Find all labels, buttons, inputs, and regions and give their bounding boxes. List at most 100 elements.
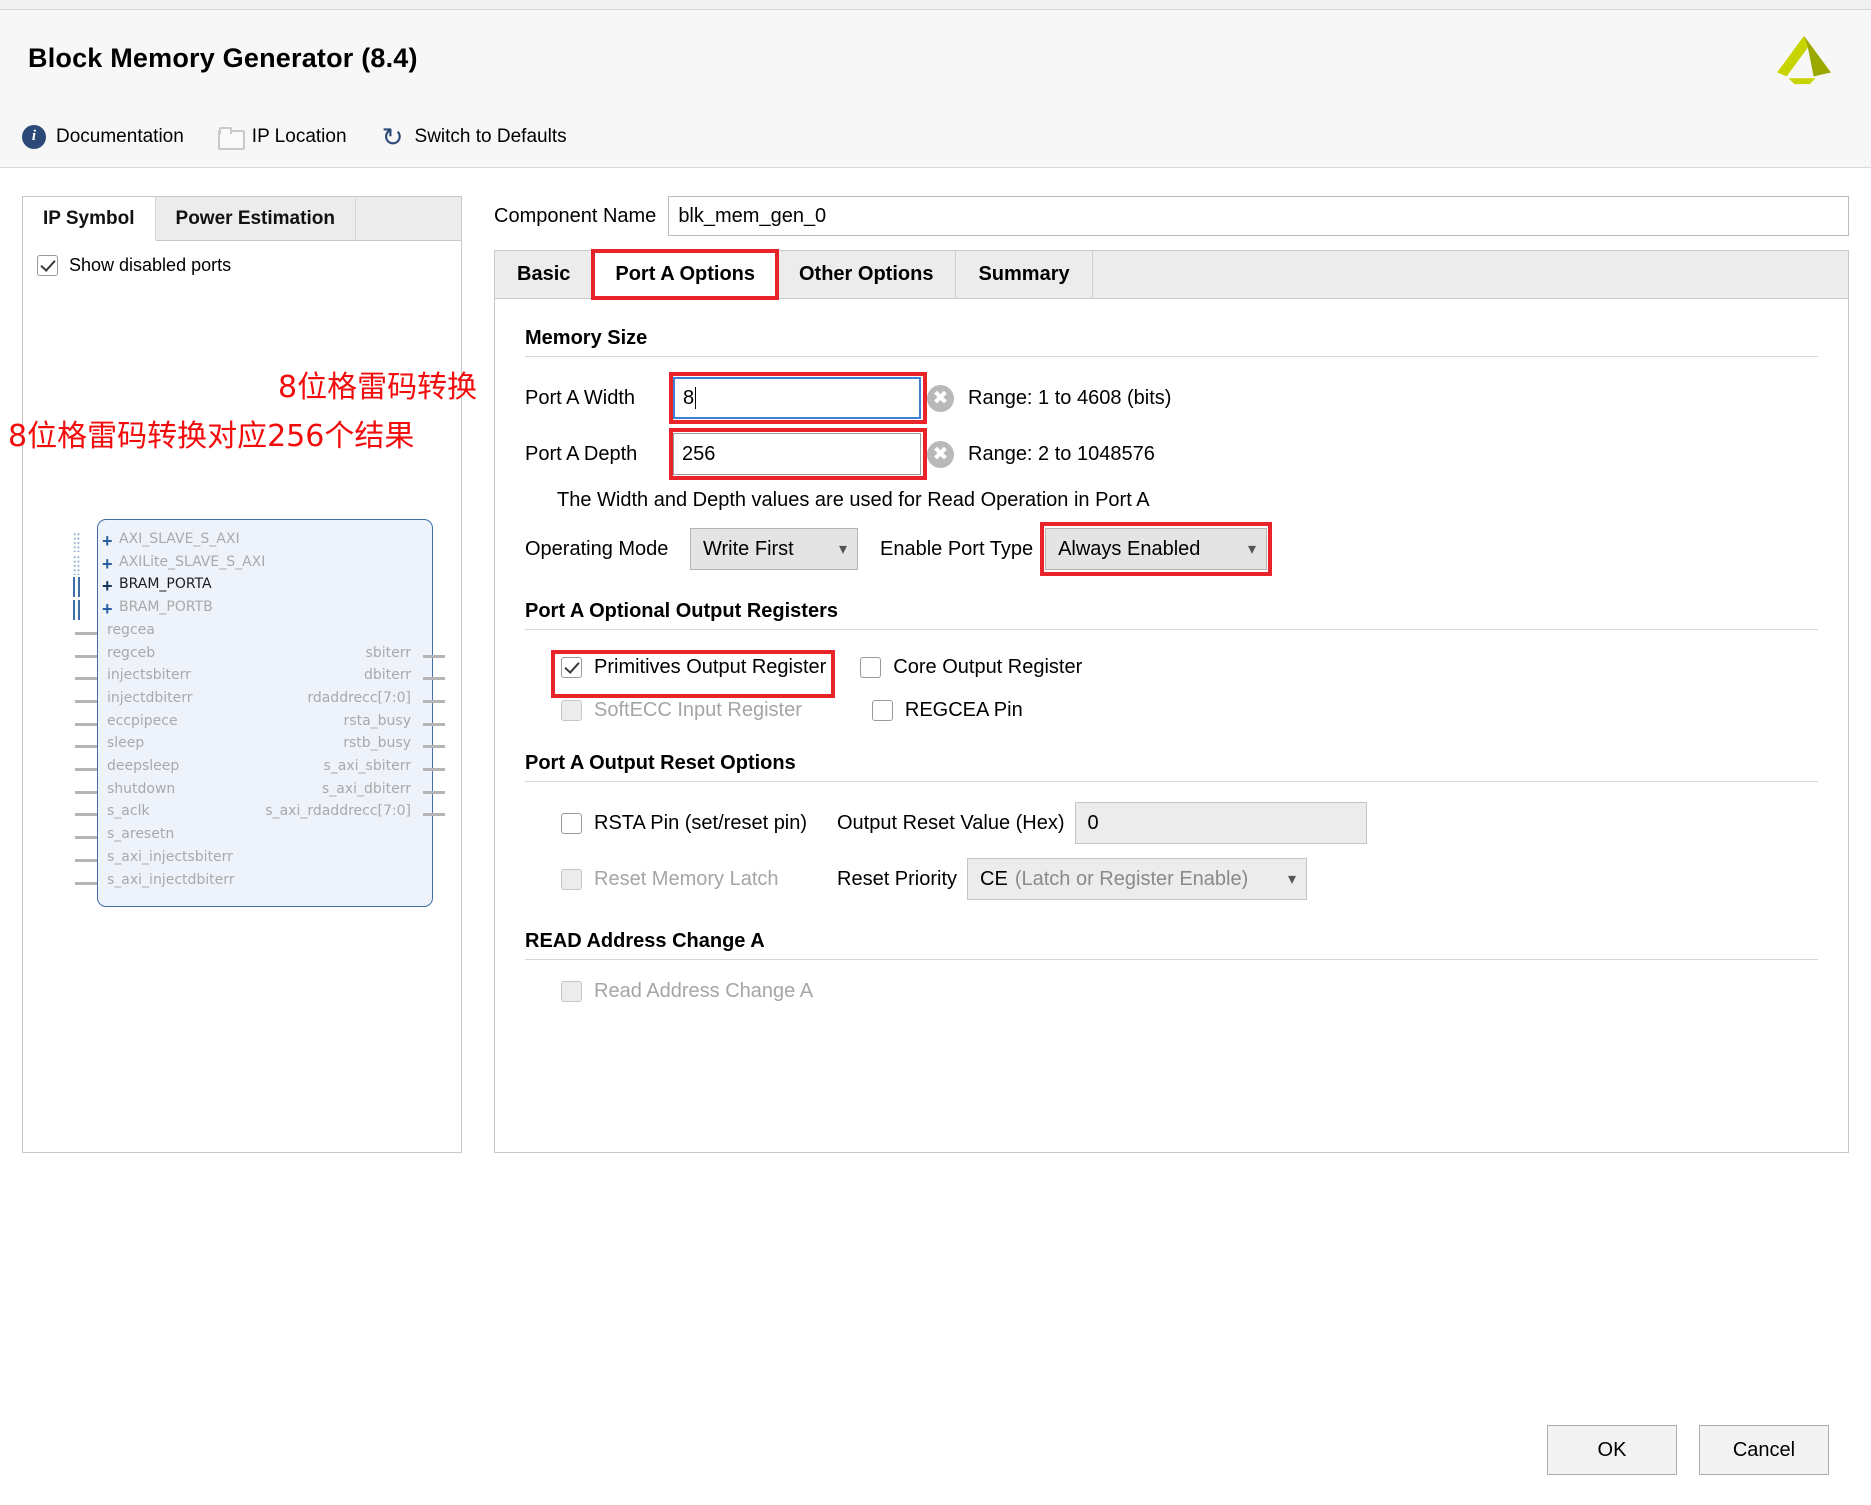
switch-to-defaults-button[interactable]: ↻ Switch to Defaults [381, 124, 567, 150]
toolbar: i Documentation IP Location ↻ Switch to … [0, 106, 1871, 168]
ip-location-button[interactable]: IP Location [217, 126, 347, 150]
tab-basic-label: Basic [517, 263, 571, 285]
switch-to-defaults-label: Switch to Defaults [414, 125, 567, 147]
show-disabled-ports-row[interactable]: Show disabled ports [23, 241, 461, 276]
ok-button[interactable]: OK [1547, 1425, 1677, 1475]
symbol-input-label: s_aresetn [107, 826, 175, 843]
symbol-output-row: rsta_busy [85, 712, 445, 736]
reset-priority-value: CE [980, 867, 1008, 890]
operating-mode-select[interactable]: Write First ▾ [690, 528, 858, 570]
tab-summary[interactable]: Summary [956, 251, 1093, 298]
options-tab-box: Basic Port A Options Other Options Summa… [494, 249, 1849, 1153]
show-disabled-ports-label: Show disabled ports [69, 255, 232, 275]
core-output-register-row[interactable]: Core Output Register [860, 656, 1082, 679]
tab-filler [1092, 251, 1848, 298]
port-stub-icon [423, 654, 445, 658]
top-strip [0, 0, 1871, 10]
clear-width-icon[interactable]: ✖ [927, 384, 954, 412]
operating-mode-value: Write First [703, 537, 794, 560]
expand-plus-icon[interactable]: + [102, 600, 113, 618]
symbol-input-label: s_axi_injectsbiterr [107, 848, 233, 865]
symbol-bus-label: BRAM_PORTA [119, 576, 212, 593]
core-output-register-label: Core Output Register [893, 656, 1083, 678]
port-stub-icon [423, 813, 445, 817]
tab-other-options[interactable]: Other Options [777, 251, 957, 298]
chevron-down-icon: ▾ [838, 541, 847, 558]
output-reset-value-label: Output Reset Value (Hex) [837, 811, 1065, 834]
port-a-depth-value: 256 [682, 442, 716, 465]
folder-icon [217, 126, 245, 150]
rsta-pin-checkbox[interactable] [561, 812, 582, 834]
regcea-pin-row[interactable]: REGCEA Pin [871, 699, 1023, 722]
port-stub-icon [75, 836, 97, 840]
clear-depth-icon[interactable]: ✖ [927, 440, 954, 468]
enable-port-type-label: Enable Port Type [880, 537, 1034, 560]
options-panel: Component Name blk_mem_gen_0 Basic Port … [494, 196, 1849, 1153]
expand-plus-icon[interactable]: + [102, 555, 113, 573]
tab-power-estimation[interactable]: Power Estimation [155, 197, 356, 240]
port-stub-icon [423, 745, 445, 749]
symbol-output-row: rdaddrecc[7:0] [85, 690, 445, 713]
primitives-output-register-label: Primitives Output Register [594, 656, 827, 678]
symbol-bus-row[interactable]: + BRAM_PORTB [73, 599, 433, 622]
symbol-bus-row[interactable]: + AXI_SLAVE_S_AXI [73, 531, 433, 554]
symbol-output-label: dbiterr [363, 667, 411, 684]
softecc-input-register-label: SoftECC Input Register [594, 699, 802, 721]
symbol-output-label: s_axi_sbiterr [323, 758, 412, 774]
tab-basic[interactable]: Basic [495, 251, 594, 298]
core-output-register-checkbox[interactable] [860, 657, 882, 678]
port-a-depth-input[interactable]: 256 [673, 433, 921, 475]
symbol-output-label: s_axi_rdaddrecc[7:0] [265, 803, 411, 820]
symbol-bus-row[interactable]: + AXILite_SLAVE_S_AXI [73, 553, 433, 577]
ip-symbol-diagram: + AXI_SLAVE_S_AXI + AXILite_SLAVE_S_AXI + BRA… [73, 519, 445, 909]
read-address-change-title: READ Address Change A [525, 930, 765, 952]
memory-size-title: Memory Size [525, 327, 648, 349]
bus-connector-icon [73, 554, 80, 575]
bus-connector-icon [73, 532, 80, 552]
tab-other-options-label: Other Options [799, 263, 934, 285]
symbol-bus-label: BRAM_PORTB [119, 599, 213, 616]
rsta-pin-checkbox-row[interactable]: RSTA Pin (set/reset pin) [561, 812, 823, 835]
reset-memory-latch-checkbox [561, 868, 582, 890]
output-reset-value: 0 [1087, 811, 1099, 834]
port-a-width-row: Port A Width 8 ✖ Range: 1 to 4608 (bits) [525, 372, 1818, 424]
reset-priority-label: Reset Priority [837, 867, 958, 890]
reset-priority-select[interactable]: CE (Latch or Register Enable) ▾ [967, 858, 1308, 900]
reset-priority-row: Reset Memory Latch Reset Priority CE (La… [561, 858, 1818, 900]
ip-symbol-panel: IP Symbol Power Estimation Show disabled… [22, 196, 462, 1153]
component-name-input[interactable]: blk_mem_gen_0 [668, 196, 1849, 236]
symbol-bus-row[interactable]: + BRAM_PORTA [73, 576, 433, 599]
symbol-bus-label: AXILite_SLAVE_S_AXI [119, 553, 266, 570]
port-stub-icon [423, 768, 445, 771]
memory-size-rule [525, 356, 1818, 357]
read-address-change-checkbox [561, 981, 582, 1002]
output-reset-value-input[interactable]: 0 [1074, 802, 1367, 844]
symbol-input-row: s_aresetn [75, 826, 433, 849]
softecc-input-register-checkbox [561, 700, 582, 721]
read-address-change-label: Read Address Change A [594, 980, 814, 1002]
symbol-input-label: s_axi_injectdbiterr [107, 871, 235, 888]
cancel-button[interactable]: Cancel [1699, 1425, 1829, 1475]
expand-plus-icon[interactable]: + [102, 577, 113, 595]
optional-output-registers-rule [525, 629, 1818, 630]
symbol-output-label: rsta_busy [343, 712, 411, 729]
enable-port-type-select[interactable]: Always Enabled ▾ [1045, 528, 1268, 570]
read-address-change-checkbox-row: Read Address Change A [561, 980, 813, 1003]
tab-ip-symbol[interactable]: IP Symbol [23, 197, 156, 241]
tab-port-a-options[interactable]: Port A Options [591, 249, 779, 300]
port-stub-icon [423, 722, 445, 726]
primitives-output-register-checkbox[interactable] [561, 657, 582, 678]
show-disabled-ports-checkbox[interactable] [37, 255, 58, 276]
width-depth-hint: The Width and Depth values are used for … [557, 489, 1150, 511]
page-title: Block Memory Generator (8.4) [28, 42, 418, 73]
port-stub-icon [75, 858, 97, 862]
port-a-width-input[interactable]: 8 [673, 377, 921, 419]
expand-plus-icon[interactable]: + [102, 532, 113, 550]
primitives-output-register-row[interactable]: Primitives Output Register [551, 650, 840, 685]
tab-summary-label: Summary [978, 263, 1070, 285]
regcea-pin-checkbox[interactable] [871, 700, 893, 721]
symbol-input-row: s_axi_injectsbiterr [75, 848, 433, 872]
symbol-output-row: rstb_busy [85, 735, 445, 758]
documentation-button[interactable]: i Documentation [22, 124, 184, 149]
port-a-depth-row: Port A Depth 256 ✖ Range: 2 to 1048576 [525, 428, 1818, 480]
